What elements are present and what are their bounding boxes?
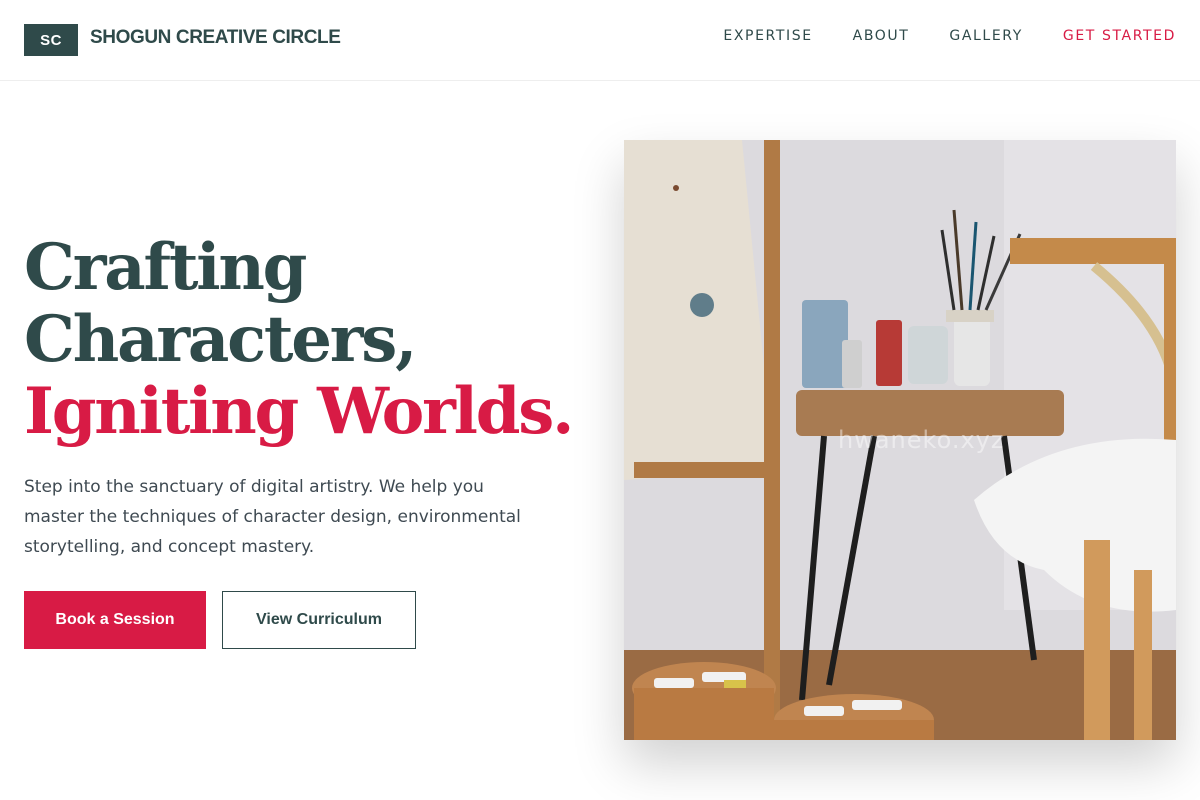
nav-link-gallery[interactable]: GALLERY [949, 28, 1022, 44]
view-curriculum-button[interactable]: View Curriculum [222, 591, 416, 649]
nav-link-get-started[interactable]: GET STARTED [1063, 28, 1176, 44]
headline-line-1: Crafting [24, 230, 307, 305]
hero-description: Step into the sanctuary of digital artis… [24, 477, 521, 557]
image-watermark: hwaneko.xyz [838, 426, 1005, 454]
hero-studio-photo: hwaneko.xyz [624, 140, 1176, 740]
main-nav: EXPERTISE ABOUT GALLERY GET STARTED [723, 28, 1176, 44]
nav-link-about[interactable]: ABOUT [853, 28, 910, 44]
headline-line-2: Characters, [24, 302, 417, 377]
brand-name[interactable]: SHOGUN CREATIVE CIRCLE [90, 27, 341, 49]
logo-badge[interactable]: SC [24, 24, 78, 56]
hero-headline: Crafting Characters, Igniting Worlds. [24, 230, 574, 449]
site-header: SC SHOGUN CREATIVE CIRCLE EXPERTISE ABOU… [0, 0, 1200, 81]
book-session-button[interactable]: Book a Session [24, 591, 206, 649]
nav-link-expertise[interactable]: EXPERTISE [723, 28, 812, 44]
headline-accent: Igniting Worlds. [24, 374, 574, 449]
